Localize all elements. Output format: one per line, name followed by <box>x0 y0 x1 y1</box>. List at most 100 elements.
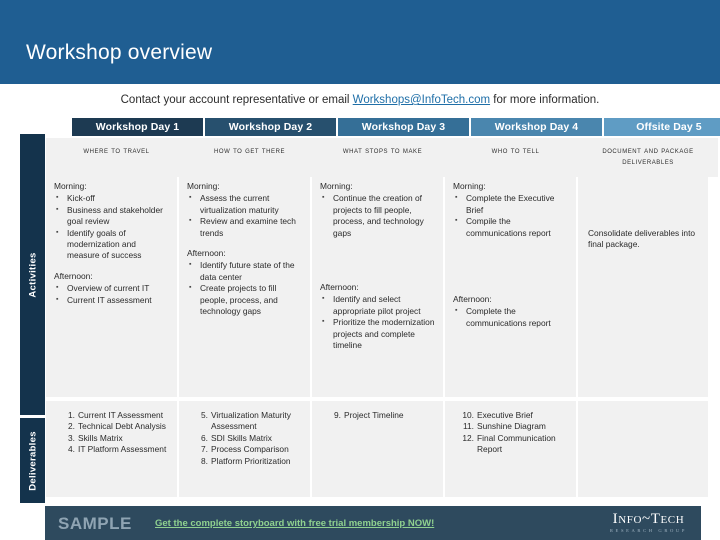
bullet-item: Identify and select appropriate pilot pr… <box>320 293 435 317</box>
deliverable-item: 5. Virtualization Maturity Assessment <box>187 410 302 433</box>
row-label-deliverables-text: Deliverables <box>27 430 38 491</box>
deliverable-number: 12. <box>462 432 474 443</box>
title-banner: Workshop overview <box>0 0 720 84</box>
deliverable-number: 7. <box>201 444 208 455</box>
morning-label: Morning: <box>54 181 87 191</box>
logo-tagline: RESEARCH GROUP <box>609 528 687 533</box>
sample-watermark: SAMPLE <box>58 514 132 533</box>
deliverable-number: 3. <box>68 432 75 443</box>
deliverable-item: 10. Executive Brief <box>453 410 568 421</box>
matrix-header-row: Workshop Day 1 Workshop Day 2 Workshop D… <box>46 118 720 136</box>
bullet-item: Prioritize the modernization projects an… <box>320 316 435 351</box>
deliverable-item: 7. Process Comparison <box>187 444 302 455</box>
bullet-list: Identify and select appropriate pilot pr… <box>320 293 435 351</box>
bullet-item: Assess the current virtualization maturi… <box>187 192 302 216</box>
contact-line: Contact your account representative or e… <box>0 94 720 106</box>
bullet-item: Kick-off <box>54 192 169 204</box>
deliverable-number: 11. <box>462 421 474 432</box>
bullet-item: Business and stakeholder goal review <box>54 204 169 228</box>
bullet-list: Complete the Executive BriefCompile the … <box>453 192 568 239</box>
bullet-item: Review and examine tech trends <box>187 215 302 239</box>
deliverables-list: 5. Virtualization Maturity Assessment 6. SD… <box>187 410 302 467</box>
deliverables-list: 1. Current IT Assessment 2. Technical Debt … <box>54 410 169 456</box>
deliverable-number: 6. <box>201 432 208 443</box>
bullet-item: Create projects to fill people, process,… <box>187 282 302 317</box>
deliverables-body: 5. Virtualization Maturity Assessment 6. SD… <box>179 401 310 471</box>
segment-spacer <box>320 239 435 282</box>
bullet-item: Overview of current IT <box>54 282 169 294</box>
deliverables-cell-day-3: 9. Project Timeline <box>312 401 443 497</box>
deliverable-item: 6. SDI Skills Matrix <box>187 433 302 444</box>
deliverable-item: 9. Project Timeline <box>320 410 435 421</box>
column-header-day-1[interactable]: Workshop Day 1 <box>72 118 203 136</box>
info-tech-logo: Info~Tech RESEARCH GROUP <box>610 511 687 534</box>
deliverable-number: 9. <box>334 410 341 420</box>
morning-label: Morning: <box>187 181 220 191</box>
trial-membership-link[interactable]: Get the complete storyboard with free tr… <box>155 518 434 529</box>
activities-body: Morning:Assess the current virtualizatio… <box>179 172 310 321</box>
bullet-item: Complete the Executive Brief <box>453 192 568 216</box>
deliverable-item: 4. IT Platform Assessment <box>54 444 169 455</box>
row-label-activities-text: Activities <box>27 251 38 298</box>
bullet-item: Complete the communications report <box>453 305 568 329</box>
column-header-day-4[interactable]: Workshop Day 4 <box>471 118 602 136</box>
deliverables-cell-day-1: 1. Current IT Assessment 2. Technical Debt … <box>46 401 177 497</box>
segment-spacer <box>453 239 568 294</box>
bullet-list: Overview of current ITCurrent IT assessm… <box>54 282 169 306</box>
deliverables-cell-day-4: 10. Executive Brief 11. Sunshine Diagram 12.… <box>445 401 576 497</box>
activities-body: Morning:Continue the creation of project… <box>312 172 443 355</box>
segment-spacer <box>187 239 302 248</box>
afternoon-label: Afternoon: <box>54 270 93 281</box>
activities-cell-day-4: Morning:Complete the Executive BriefComp… <box>445 172 576 397</box>
logo-wordmark: Info~Tech <box>612 511 685 527</box>
deliverable-number: 8. <box>201 455 208 466</box>
bullet-item: Identify goals of modernization and meas… <box>54 227 169 262</box>
activities-body: Morning:Complete the Executive BriefComp… <box>445 172 576 333</box>
page-title: Workshop overview <box>26 41 213 64</box>
contact-email-link[interactable]: Workshops@InfoTech.com <box>353 94 490 106</box>
activities-cell-day-1: Morning:Kick-offBusiness and stakeholder… <box>46 172 177 397</box>
bullet-list: Complete the communications report <box>453 305 568 329</box>
deliverable-number: 4. <box>68 444 75 455</box>
afternoon-label: Afternoon: <box>187 248 226 259</box>
column-header-day-3[interactable]: Workshop Day 3 <box>338 118 469 136</box>
afternoon-label: Afternoon: <box>320 282 359 293</box>
afternoon-label: Afternoon: <box>453 294 492 305</box>
deliverables-cell-day-2: 5. Virtualization Maturity Assessment 6. SD… <box>179 401 310 497</box>
deliverable-number: 2. <box>68 421 75 432</box>
deliverable-item: 3. Skills Matrix <box>54 433 169 444</box>
bullet-list: Continue the creation of projects to fil… <box>320 192 435 239</box>
deliverable-number: 10. <box>462 410 474 420</box>
row-label-activities: Activities <box>20 134 45 415</box>
activities-cell-day-2: Morning:Assess the current virtualizatio… <box>179 172 310 397</box>
deliverables-cell-day-5 <box>578 401 708 497</box>
segment-spacer <box>54 262 169 271</box>
morning-label: Morning: <box>320 181 353 191</box>
contact-text-after: for more information. <box>490 94 600 106</box>
deliverables-body: 1. Current IT Assessment 2. Technical Debt … <box>46 401 177 460</box>
footer-bar: SAMPLE Get the complete storyboard with … <box>45 506 701 540</box>
bullet-list: Assess the current virtualization maturi… <box>187 192 302 239</box>
bullet-item: Current IT assessment <box>54 294 169 306</box>
deliverable-item: 2. Technical Debt Analysis <box>54 421 169 432</box>
bullet-item: Continue the creation of projects to fil… <box>320 192 435 239</box>
contact-text-before: Contact your account representative or e… <box>120 94 353 106</box>
bullet-list: Identify future state of the data center… <box>187 259 302 317</box>
deliverable-item: 11. Sunshine Diagram <box>453 421 568 432</box>
activities-cell-day-5: Consolidate deliverables into final pack… <box>578 172 708 397</box>
workshop-overview-matrix: Activities Deliverables Workshop Day 1 W… <box>20 118 720 503</box>
bullet-item: Compile the communications report <box>453 215 568 239</box>
deliverables-body: 10. Executive Brief 11. Sunshine Diagram 12.… <box>445 401 576 460</box>
deliverables-list: 9. Project Timeline <box>320 410 435 421</box>
bullet-item: Identify future state of the data center <box>187 259 302 283</box>
row-label-deliverables: Deliverables <box>20 418 45 503</box>
bullet-list: Kick-offBusiness and stakeholder goal re… <box>54 192 169 262</box>
deliverable-number: 1. <box>68 410 75 420</box>
deliverable-number: 5. <box>201 410 208 420</box>
column-header-day-2[interactable]: Workshop Day 2 <box>205 118 336 136</box>
deliverable-item: 8. Platform Prioritization <box>187 456 302 467</box>
activities-text: Consolidate deliverables into final pack… <box>588 228 696 250</box>
column-header-day-5[interactable]: Offsite Day 5 <box>604 118 720 136</box>
morning-label: Morning: <box>453 181 486 191</box>
deliverables-body: 9. Project Timeline <box>312 401 443 425</box>
